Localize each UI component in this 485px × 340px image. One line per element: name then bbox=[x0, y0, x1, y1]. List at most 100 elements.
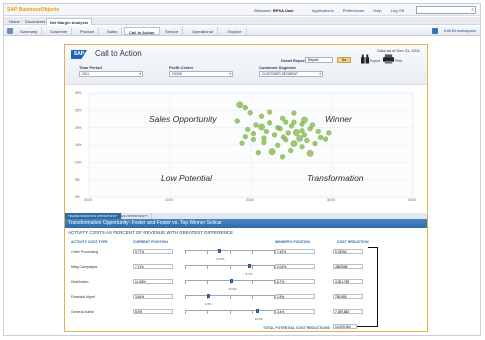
data-point bbox=[242, 105, 248, 111]
data-point bbox=[280, 115, 286, 121]
x-tick-label: 10.00 bbox=[165, 198, 173, 202]
grid-icon[interactable] bbox=[7, 28, 13, 34]
position-slider[interactable]: 12.5% bbox=[185, 249, 275, 261]
data-point bbox=[258, 123, 265, 131]
top-bar: SAP BusinessObjects Welcome: BPSA User A… bbox=[4, 4, 480, 16]
data-point bbox=[280, 154, 286, 160]
toolbar-tab-product[interactable]: Product bbox=[76, 27, 99, 35]
tab-home[interactable]: Home bbox=[6, 18, 23, 25]
businessobjects-logo: SAP BusinessObjects bbox=[7, 7, 60, 13]
search-icon[interactable]: ⌕ bbox=[471, 7, 474, 13]
winner-position-value: 2.04% bbox=[275, 264, 315, 269]
print-icon[interactable] bbox=[383, 54, 394, 64]
y-tick-label: 25% bbox=[75, 109, 82, 113]
x-tick-label: 40.00 bbox=[408, 198, 416, 202]
profit-center-select[interactable]: C0008 ▾ bbox=[169, 71, 233, 77]
customer-segment-select[interactable]: CUSTOMER SEGMENT ▾ bbox=[259, 71, 323, 77]
position-slider[interactable]: 8.7% bbox=[185, 264, 275, 276]
edit-workspace-link[interactable]: Edit BI workspace bbox=[444, 28, 476, 33]
data-point bbox=[271, 132, 278, 138]
y-tick-label: 10% bbox=[75, 161, 82, 165]
export-icon[interactable] bbox=[361, 54, 370, 64]
cost-bracket-stem bbox=[357, 326, 378, 327]
detail-reports-select[interactable]: Report bbox=[305, 57, 333, 63]
tab-net-margin-analysis[interactable]: Net Margin Analysis bbox=[46, 18, 93, 25]
time-period-label: Time Period bbox=[79, 65, 102, 70]
toolbar-tab-explore[interactable]: Explore bbox=[224, 27, 247, 35]
chevron-down-icon: ▾ bbox=[139, 72, 141, 76]
position-slider[interactable]: 4.8% bbox=[185, 294, 275, 306]
data-point bbox=[247, 110, 253, 116]
winner-position-value: 3.4% bbox=[275, 309, 315, 314]
go-button[interactable]: Go bbox=[337, 57, 351, 63]
data-point bbox=[318, 134, 324, 140]
data-point bbox=[301, 132, 308, 138]
slider-mid-value: 4.8% bbox=[204, 302, 212, 306]
slider-handle[interactable] bbox=[206, 294, 210, 298]
activity-label: Order Processing bbox=[71, 250, 99, 254]
toolbar-tab-call-to-action[interactable]: Call to Action bbox=[124, 27, 160, 35]
toolbar-tab-service[interactable]: Service bbox=[161, 27, 184, 35]
current-position-value: 7.11% bbox=[133, 264, 173, 269]
dashboard-toolbar: Summary Customer Product Sales Call to A… bbox=[4, 26, 480, 36]
toolbar-tab-operational[interactable]: Operational bbox=[188, 27, 218, 35]
time-period-select[interactable]: 2011 ▾ bbox=[79, 71, 143, 77]
search-input[interactable]: ⌕ bbox=[416, 6, 476, 14]
data-point bbox=[236, 101, 244, 109]
slider-mid-value: 10.3% bbox=[254, 317, 263, 321]
position-slider[interactable]: 13.6% bbox=[185, 279, 275, 291]
data-point bbox=[291, 110, 297, 116]
cost-bracket bbox=[368, 247, 378, 327]
panel-subtitle: ACTIVITY COSTS AS PERCENT OF REVENUE WIT… bbox=[68, 230, 233, 235]
quadrant-label: Sales Opportunity bbox=[149, 114, 217, 124]
data-point bbox=[263, 128, 269, 135]
top-links: Applications Preferences Help Log Off bbox=[312, 8, 412, 13]
preferences-link[interactable]: Preferences bbox=[343, 8, 365, 13]
cost-reduction-value: 5.78054 bbox=[333, 249, 363, 254]
scatter-plot-svg: 30% 25% 20% 15% 10% 5% 0% 00.00 10.00 20.00 30.00 4… bbox=[75, 91, 416, 202]
dashboard-header: SAP Call to Action Data as of Dec 31, 20… bbox=[65, 45, 427, 85]
cost-reduction-value: 4,051,785 bbox=[333, 279, 363, 284]
logoff-link[interactable]: Log Off bbox=[391, 8, 404, 13]
slider-mid-value: 8.7% bbox=[245, 272, 253, 276]
data-point bbox=[275, 142, 281, 148]
quadrant-label: Low Potential bbox=[161, 173, 213, 183]
data-point bbox=[299, 144, 305, 150]
current-position-value: 8.5% bbox=[133, 309, 173, 314]
slider-handle[interactable] bbox=[218, 249, 222, 253]
document-tabs: Home Documents Net Margin Analysis bbox=[4, 17, 480, 25]
help-link[interactable]: Help bbox=[373, 8, 381, 13]
data-point bbox=[255, 150, 261, 156]
data-point bbox=[322, 136, 329, 142]
cost-reduction-value: 785,885 bbox=[333, 294, 363, 299]
data-point bbox=[234, 118, 240, 124]
data-point bbox=[288, 147, 294, 154]
winner-position-value: 2.5% bbox=[275, 294, 315, 299]
customer-segment-label: Customer Segment bbox=[259, 65, 296, 70]
position-slider[interactable]: 10.3% bbox=[185, 309, 275, 321]
slider-handle[interactable] bbox=[247, 264, 251, 268]
data-point bbox=[306, 149, 314, 157]
data-point bbox=[310, 122, 316, 128]
slider-handle[interactable] bbox=[230, 279, 234, 283]
slider-handle[interactable] bbox=[256, 309, 260, 313]
winner-position-value: 7.62% bbox=[275, 249, 315, 254]
data-point bbox=[245, 126, 251, 132]
tab-documents[interactable]: Documents bbox=[22, 18, 48, 25]
toolbar-tab-sales[interactable]: Sales bbox=[103, 27, 123, 35]
data-point bbox=[280, 134, 286, 140]
welcome-text: Welcome: BPSA User bbox=[254, 8, 294, 13]
data-point bbox=[301, 116, 308, 124]
chevron-down-icon: ▾ bbox=[319, 72, 321, 76]
y-tick-label: 30% bbox=[75, 91, 82, 95]
workspace-icon[interactable] bbox=[432, 28, 438, 34]
toolbar-tab-summary[interactable]: Summary bbox=[16, 27, 43, 35]
toolbar-tab-customer[interactable]: Customer bbox=[46, 27, 73, 35]
panel-title: Transformation Opportunity: Foster and F… bbox=[65, 219, 427, 228]
applications-link[interactable]: Applications bbox=[312, 8, 334, 13]
cost-reduction-value: 7,399,882 bbox=[333, 309, 363, 314]
data-point bbox=[261, 135, 267, 141]
sap-logo: SAP bbox=[71, 50, 87, 59]
y-tick-label: 15% bbox=[75, 143, 82, 147]
col-winners-position: WINNER'S POSITION bbox=[275, 240, 311, 244]
